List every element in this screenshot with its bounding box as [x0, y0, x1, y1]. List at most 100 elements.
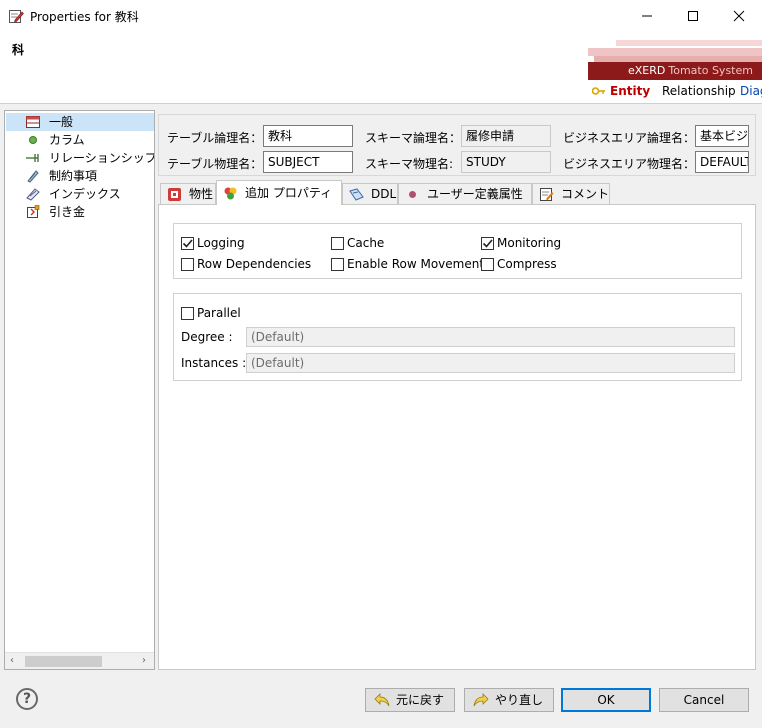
property-icon	[168, 188, 181, 201]
checkmark-icon	[482, 239, 493, 248]
nav-item-label: 制約事項	[49, 169, 98, 183]
schema-physical-name-label: スキーマ物理名:	[365, 157, 454, 171]
additional-properties-panel: Logging Cache Monitoring Row Dependencie…	[158, 204, 756, 670]
table-physical-name-label: テーブル物理名：	[167, 157, 263, 171]
business-area-logical-name-label: ビジネスエリア論理名：	[563, 131, 696, 145]
checkbox-box	[481, 237, 494, 250]
business-area-physical-name-input[interactable]: DEFAULT	[695, 151, 749, 173]
brand-tab-relationship[interactable]: Relationship	[662, 84, 736, 98]
brand-tab-entity[interactable]: Entity	[610, 84, 650, 98]
key-icon	[591, 85, 606, 99]
minimize-icon	[642, 15, 652, 17]
properties-content: テーブル論理名： 教科 テーブル物理名： SUBJECT スキーマ論理名： 履修…	[158, 110, 758, 670]
maximize-icon	[688, 11, 698, 21]
checkmark-icon	[182, 239, 193, 248]
tab-additional-properties[interactable]: 追加 プロパティ	[216, 180, 342, 205]
nav-item-general[interactable]: 一般	[6, 113, 154, 131]
checkbox-box	[181, 258, 194, 271]
tab-label: コメント	[561, 187, 610, 201]
undo-arrow-icon	[374, 693, 390, 707]
nav-item-label: 一般	[49, 115, 74, 129]
tab-label: 物性	[189, 187, 214, 201]
brand-tab-diagram[interactable]: Diag	[740, 84, 762, 98]
table-icon	[26, 116, 40, 128]
nav-item-indexes[interactable]: インデックス	[6, 185, 154, 203]
undo-button[interactable]: 元に戻す	[365, 688, 455, 712]
nav-item-triggers[interactable]: 引き金	[6, 203, 154, 221]
checkbox-box	[331, 237, 344, 250]
business-area-physical-name-label: ビジネスエリア物理名：	[563, 157, 696, 171]
checkbox-label: Cache	[347, 236, 385, 250]
constraint-icon	[27, 170, 39, 183]
table-logical-name-label: テーブル論理名：	[167, 131, 263, 145]
ddl-icon	[349, 188, 364, 201]
ok-button[interactable]: OK	[561, 688, 651, 712]
nav-item-label: 引き金	[49, 205, 86, 219]
degree-label: Degree :	[181, 330, 233, 344]
index-icon	[26, 188, 40, 201]
instances-label: Instances :	[181, 356, 247, 370]
redo-button-label: やり直し	[495, 693, 544, 707]
comment-icon	[540, 188, 554, 201]
maximize-button[interactable]	[670, 0, 716, 32]
properties-nav-tree[interactable]: 一般 カラム リレーションシップ 制約事項 インデックス 引き金 ‹ ›	[4, 110, 155, 670]
column-dot-icon	[29, 136, 37, 144]
undo-button-label: 元に戻す	[396, 693, 445, 707]
scroll-left-arrow-icon[interactable]: ‹	[10, 655, 14, 666]
brand-product: Tomato System	[668, 64, 753, 77]
tab-label: DDL	[371, 187, 397, 201]
instances-input: (Default)	[246, 353, 735, 373]
dialog-header: 科 eXERD Tomato System Entity Relationship…	[0, 32, 762, 104]
table-logical-name-input[interactable]: 教科	[263, 125, 353, 147]
degree-input: (Default)	[246, 327, 735, 347]
property-tabs: 物性 追加 プロパティ DDL ユーザー定義属性 コメント	[158, 180, 756, 205]
tab-label: 追加 プロパティ	[245, 186, 333, 200]
scrollbar-thumb[interactable]	[25, 656, 102, 667]
cancel-button[interactable]: Cancel	[659, 688, 749, 712]
user-attribute-icon	[409, 191, 416, 198]
nav-item-relationships[interactable]: リレーションシップ	[6, 149, 154, 167]
business-area-logical-name-input[interactable]: 基本ビジ	[695, 125, 749, 147]
checkbox-label: Monitoring	[497, 236, 562, 250]
checkbox-label: Logging	[197, 236, 245, 250]
nav-item-columns[interactable]: カラム	[6, 131, 154, 149]
checkbox-box	[331, 258, 344, 271]
redo-button[interactable]: やり直し	[464, 688, 554, 712]
name-fields-panel: テーブル論理名： 教科 テーブル物理名： SUBJECT スキーマ論理名： 履修…	[158, 114, 756, 176]
redo-arrow-icon	[473, 693, 489, 707]
window-title: Properties for 教科	[30, 10, 139, 24]
trigger-icon	[27, 205, 40, 218]
dialog-button-bar: ? 元に戻す やり直し OK Cancel	[0, 670, 762, 728]
properties-edit-icon	[9, 10, 24, 23]
tab-label: ユーザー定義属性	[427, 187, 523, 201]
schema-physical-name-input: STUDY	[461, 151, 551, 173]
nav-item-constraints[interactable]: 制約事項	[6, 167, 154, 185]
brand-bar: eXERD Tomato System	[588, 62, 762, 80]
nav-item-label: インデックス	[49, 187, 121, 201]
help-button[interactable]: ?	[16, 688, 38, 710]
nav-item-label: リレーションシップ	[49, 151, 155, 165]
checkbox-label: Row Dependencies	[197, 257, 312, 271]
checkbox-label: Compress	[497, 257, 557, 271]
close-button[interactable]	[716, 0, 762, 32]
close-icon	[733, 10, 745, 22]
tab-physical[interactable]: 物性	[160, 183, 216, 204]
relationship-arrow-icon	[26, 154, 39, 162]
checkbox-box	[481, 258, 494, 271]
checkbox-box	[181, 237, 194, 250]
page-title: 科	[12, 43, 25, 57]
tab-ddl[interactable]: DDL	[342, 183, 398, 204]
nav-horizontal-scrollbar[interactable]: ‹ ›	[5, 652, 154, 669]
checkbox-box	[181, 307, 194, 320]
minimize-button[interactable]	[624, 0, 670, 32]
tab-comment[interactable]: コメント	[532, 183, 610, 204]
table-physical-name-input[interactable]: SUBJECT	[263, 151, 353, 173]
nav-item-label: カラム	[49, 133, 85, 147]
schema-logical-name-label: スキーマ論理名：	[365, 131, 462, 145]
schema-logical-name-input: 履修申請	[461, 125, 551, 147]
tab-user-defined-attributes[interactable]: ユーザー定義属性	[398, 183, 532, 204]
checkbox-label: Enable Row Movement	[347, 257, 485, 271]
brand-name: eXERD	[628, 64, 666, 77]
scroll-right-arrow-icon[interactable]: ›	[142, 655, 146, 666]
title-bar: Properties for 教科	[0, 0, 762, 32]
